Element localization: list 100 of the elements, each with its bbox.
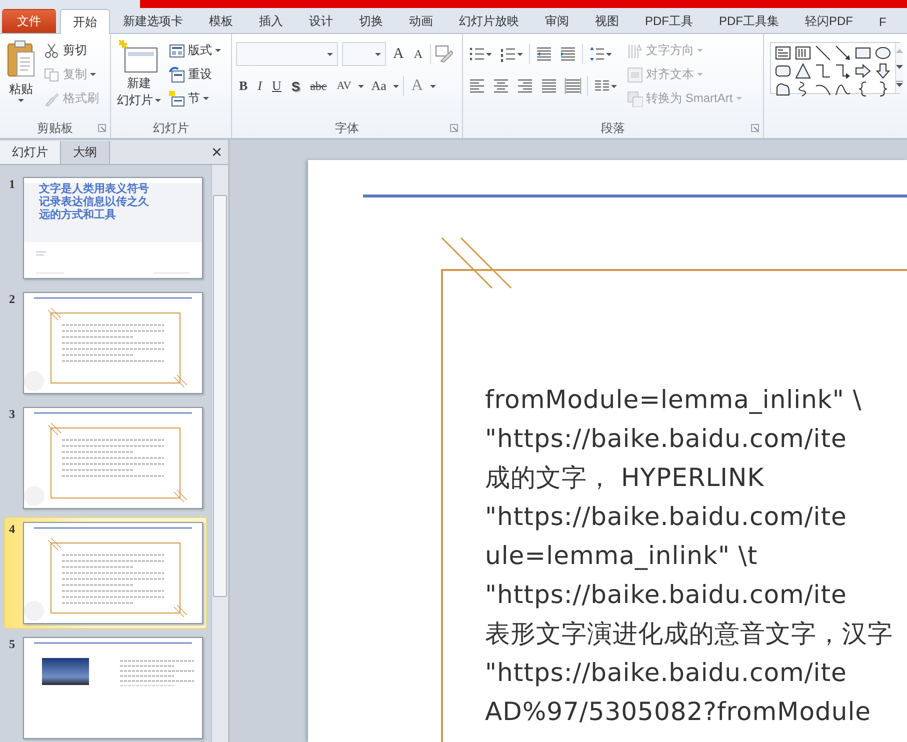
ribbon-tab[interactable]: 设计 — [296, 9, 346, 33]
shadow-button[interactable]: S — [288, 78, 304, 94]
justify-button[interactable] — [539, 78, 559, 94]
smartart-icon — [627, 90, 643, 106]
caret-icon — [486, 52, 492, 56]
slide-text: "https://baike.baidu.com/ite — [485, 501, 848, 533]
brush-icon — [44, 90, 60, 106]
line-spacing-button[interactable] — [587, 46, 614, 62]
decrease-indent-icon — [536, 46, 552, 62]
file-tab[interactable]: 文件 — [2, 9, 56, 33]
copy-icon — [44, 66, 60, 82]
italic-button[interactable]: I — [254, 78, 266, 94]
elbow-arrow-icon — [835, 63, 851, 79]
ribbon-command[interactable]: 剪切 — [42, 40, 101, 61]
grow-font-button[interactable]: A — [390, 46, 407, 62]
elbow-connector-icon — [815, 63, 831, 79]
increase-indent-button[interactable] — [558, 46, 578, 62]
group-label: 幻灯片 — [153, 120, 189, 136]
ribbon-tab[interactable]: 幻灯片放映 — [446, 9, 532, 33]
caret-icon — [358, 84, 364, 88]
distributed-button[interactable] — [563, 78, 583, 94]
panel-tab[interactable]: 大纲 — [61, 141, 110, 164]
ribbon-tab[interactable]: PDF工具集 — [706, 9, 792, 33]
ribbon-tab[interactable]: 模板 — [196, 9, 246, 33]
underline-button[interactable]: U — [269, 78, 284, 94]
slide-text: 成的文字， HYPERLINK — [485, 462, 766, 494]
ribbon-tab[interactable]: 插入 — [246, 9, 296, 33]
align-center-icon — [493, 78, 509, 94]
distributed-icon — [565, 78, 581, 94]
slide-number: 2 — [9, 292, 16, 308]
ribbon-tab[interactable]: 动画 — [396, 9, 446, 33]
font-name-field[interactable] — [236, 42, 338, 66]
slide-number: 1 — [9, 177, 16, 193]
scroll-up-icon — [896, 49, 903, 53]
slide-text: fromModule=lemma_inlink" \ — [485, 384, 863, 416]
shapes-gallery[interactable] — [770, 42, 900, 94]
slide-thumbnail[interactable] — [23, 637, 203, 739]
panel-tab[interactable]: 幻灯片 — [0, 141, 61, 164]
caret-icon — [393, 84, 400, 88]
ribbon-tab[interactable]: 切换 — [346, 9, 396, 33]
scrollbar[interactable] — [211, 165, 228, 742]
numbering-button[interactable] — [498, 46, 525, 62]
ribbon-tab[interactable]: 轻闪PDF — [792, 9, 866, 33]
bold-button[interactable]: B — [236, 78, 251, 94]
layout-icon — [169, 42, 185, 58]
ribbon-command[interactable]: 重设 — [167, 64, 223, 85]
triangle-icon — [795, 63, 811, 79]
bullets-icon — [469, 46, 485, 62]
line-icon — [815, 45, 831, 61]
slide-text: 表形文字演进化成的意音文字，汉字 — [485, 618, 894, 650]
slide-thumbnail[interactable]: 文字是人类用表义符号 记录表达信息以传之久 远的方式和工具 — [23, 177, 203, 279]
slide-text: ule=lemma_inlink" \t — [485, 540, 759, 572]
caret-icon — [375, 52, 381, 56]
shrink-font-button[interactable]: A — [410, 46, 426, 62]
align-center-button[interactable] — [491, 78, 511, 94]
eraser-icon — [434, 45, 453, 63]
caret-icon — [90, 73, 96, 76]
thumbnail-title: 远的方式和工具 — [39, 209, 117, 222]
slide-icon — [119, 40, 159, 74]
down-arrow-icon — [875, 63, 891, 79]
ribbon-tab[interactable]: PDF工具 — [632, 9, 706, 33]
decrease-indent-button[interactable] — [534, 46, 554, 62]
ribbon-command[interactable]: 节 — [167, 88, 223, 109]
text-box-icon — [775, 45, 791, 61]
font-size-field[interactable] — [342, 42, 386, 66]
caret-icon — [736, 97, 742, 100]
paste-button[interactable]: 粘贴 — [4, 38, 38, 118]
spacing-button[interactable]: AV — [334, 80, 354, 92]
rectangle-icon — [855, 45, 871, 61]
right-arrow-icon — [855, 63, 871, 79]
close-button[interactable]: × — [205, 141, 228, 164]
section-icon — [169, 90, 185, 106]
ribbon-command[interactable]: 版式 — [167, 40, 223, 61]
ribbon-tab[interactable]: 审阅 — [532, 9, 582, 33]
vertical-text-box-icon — [795, 45, 811, 61]
freeform-icon — [775, 81, 791, 97]
caret-icon — [155, 99, 161, 102]
strike-button[interactable]: abc — [307, 78, 330, 94]
oval-icon — [875, 45, 891, 61]
align-left-button[interactable] — [467, 78, 487, 94]
slide-number: 5 — [9, 637, 16, 653]
increase-indent-icon — [560, 46, 576, 62]
ribbon-tab[interactable]: 视图 — [582, 9, 632, 33]
caret-icon — [606, 52, 612, 56]
caret-icon — [327, 52, 333, 56]
scroll-down-icon — [896, 65, 903, 69]
ribbon-tab[interactable]: 开始 — [60, 9, 110, 34]
slide-text: "https://baike.baidu.com/ite — [485, 657, 848, 689]
group-label: 段落 — [601, 120, 625, 136]
justify-icon — [541, 78, 557, 94]
ribbon-tab[interactable]: 新建选项卡 — [110, 9, 196, 33]
text-direction-icon — [627, 42, 643, 58]
rounded-rectangle-icon — [775, 63, 791, 79]
case-button[interactable]: Aa — [368, 78, 390, 94]
new-slide-button[interactable]: 新建 幻灯片 — [115, 38, 163, 118]
caret-icon — [430, 84, 436, 88]
caret-icon — [203, 97, 209, 100]
ribbon-tab[interactable]: F — [866, 9, 900, 33]
align-right-button[interactable] — [515, 78, 535, 94]
bullets-button[interactable] — [467, 46, 494, 62]
